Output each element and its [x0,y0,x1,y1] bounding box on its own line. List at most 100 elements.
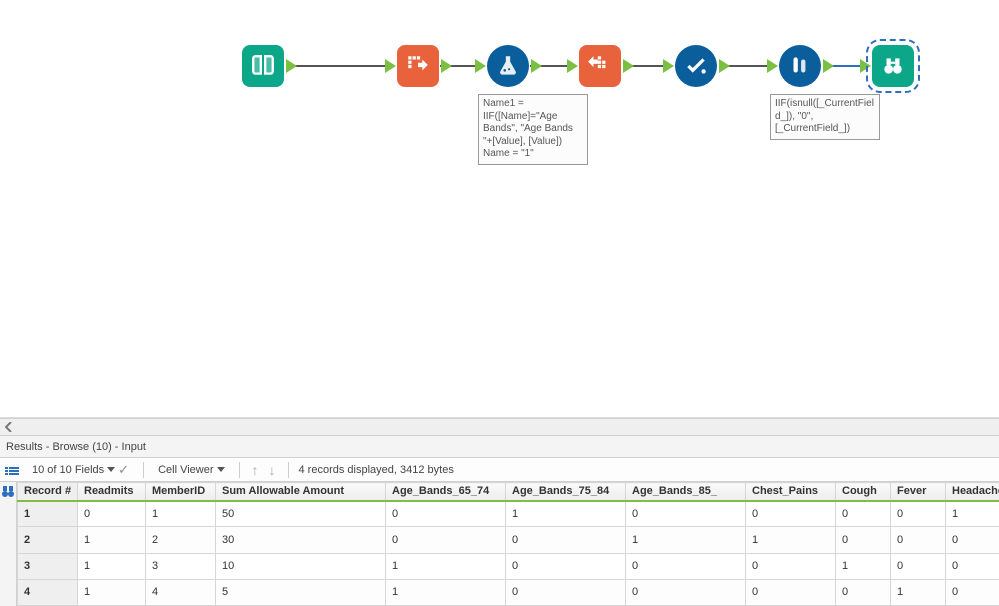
table-cell[interactable]: 1 [746,527,836,553]
output-anchor[interactable] [719,59,730,73]
table-cell[interactable]: 1 [78,553,146,579]
table-cell[interactable]: 1 [626,527,746,553]
cell-viewer-dropdown[interactable]: Cell Viewer [154,463,228,477]
column-header[interactable]: Cough [836,483,891,501]
input-anchor[interactable] [475,59,486,73]
column-header[interactable]: Readmits [78,483,146,501]
input-anchor[interactable] [567,59,578,73]
sort-desc-button[interactable]: ↓ [267,462,278,478]
input-anchor[interactable] [767,59,778,73]
records-status-text: 4 records displayed, 3412 bytes [299,464,454,476]
column-header[interactable]: Sum Allowable Amount [216,483,386,501]
workflow-canvas[interactable]: Name1 = IIF([Name]="Age Bands", "Age Ban… [0,0,999,418]
results-grid: Record # Readmits MemberID Sum Allowable… [0,482,999,606]
table-cell[interactable]: 0 [891,501,946,527]
canvas-horizontal-scrollbar[interactable] [0,418,999,436]
table-cell[interactable]: 4 [18,579,78,605]
connector [289,65,389,67]
table-cell[interactable]: 3 [18,553,78,579]
table-cell[interactable]: 0 [386,501,506,527]
separator [143,462,144,478]
table-cell[interactable]: 0 [506,579,626,605]
results-table[interactable]: Record # Readmits MemberID Sum Allowable… [17,482,999,606]
output-anchor[interactable] [531,59,542,73]
results-left-gutter [0,482,17,606]
output-anchor[interactable] [623,59,634,73]
table-cell[interactable]: 2 [18,527,78,553]
table-cell[interactable]: 0 [386,527,506,553]
table-cell[interactable]: 1 [78,579,146,605]
table-row[interactable]: 212300011000 [18,527,999,553]
formula-annotation: Name1 = IIF([Name]="Age Bands", "Age Ban… [478,94,588,165]
table-cell[interactable]: 1 [836,553,891,579]
table-cell[interactable]: 0 [746,501,836,527]
table-cell[interactable]: 4 [146,579,216,605]
input-anchor[interactable] [385,59,396,73]
sort-asc-button[interactable]: ↑ [250,462,261,478]
table-cell[interactable]: 0 [78,501,146,527]
results-toolbar: 10 of 10 Fields ✓ Cell Viewer ↑ ↓ 4 reco… [0,458,999,482]
table-cell[interactable]: 1 [386,579,506,605]
table-cell[interactable]: 1 [891,579,946,605]
table-cell[interactable]: 2 [146,527,216,553]
table-row[interactable]: 101500100001 [18,501,999,527]
binoculars-icon [880,53,906,79]
formula-tool[interactable] [487,45,529,87]
crosstab-tool[interactable] [579,45,621,87]
table-cell[interactable]: 1 [946,501,999,527]
multifield-formula-tool[interactable] [779,45,821,87]
table-cell[interactable]: 1 [506,501,626,527]
table-cell[interactable]: 0 [836,579,891,605]
table-row[interactable]: 313101000100 [18,553,999,579]
output-anchor[interactable] [441,59,452,73]
select-tool[interactable] [675,45,717,87]
table-cell[interactable]: 0 [746,579,836,605]
table-cell[interactable]: 0 [836,501,891,527]
table-cell[interactable]: 1 [78,527,146,553]
table-header-row: Record # Readmits MemberID Sum Allowable… [18,483,999,501]
table-cell[interactable]: 0 [891,553,946,579]
table-cell[interactable]: 1 [18,501,78,527]
fields-dropdown[interactable]: 10 of 10 Fields ✓ [28,462,133,477]
scroll-left-button[interactable] [0,419,18,435]
table-cell[interactable]: 10 [216,553,386,579]
table-cell[interactable]: 0 [506,553,626,579]
table-cell[interactable]: 0 [891,527,946,553]
column-header[interactable]: Fever [891,483,946,501]
input-anchor[interactable] [860,59,871,73]
column-header[interactable]: Chest_Pains [746,483,836,501]
column-header[interactable]: MemberID [146,483,216,501]
table-cell[interactable]: 1 [386,553,506,579]
browse-tool[interactable] [872,45,914,87]
table-cell[interactable]: 3 [146,553,216,579]
table-cell[interactable]: 0 [626,553,746,579]
table-cell[interactable]: 0 [506,527,626,553]
table-cell[interactable]: 50 [216,501,386,527]
table-cell[interactable]: 0 [626,579,746,605]
table-cell[interactable]: 0 [626,501,746,527]
table-cell[interactable]: 0 [836,527,891,553]
table-cell[interactable]: 0 [946,579,999,605]
table-cell[interactable]: 0 [746,553,836,579]
column-header[interactable]: Age_Bands_65_74 [386,483,506,501]
table-cell[interactable]: 5 [216,579,386,605]
table-cell[interactable]: 30 [216,527,386,553]
column-header[interactable]: Record # [18,483,78,501]
column-header[interactable]: Age_Bands_75_84 [506,483,626,501]
column-header[interactable]: Headache [946,483,999,501]
transpose-tool[interactable] [397,45,439,87]
chevron-down-icon [107,467,115,472]
input-data-tool[interactable] [242,45,284,87]
table-row[interactable]: 41451000010 [18,579,999,605]
binoculars-icon[interactable] [0,484,16,498]
list-view-icon[interactable] [4,466,20,476]
column-header[interactable]: Age_Bands_85_ [626,483,746,501]
table-cell[interactable]: 1 [146,501,216,527]
separator [288,462,289,478]
input-anchor[interactable] [663,59,674,73]
output-anchor[interactable] [823,59,834,73]
output-anchor[interactable] [286,59,297,73]
table-cell[interactable]: 0 [946,553,999,579]
chevron-left-icon [5,422,13,432]
table-cell[interactable]: 0 [946,527,999,553]
